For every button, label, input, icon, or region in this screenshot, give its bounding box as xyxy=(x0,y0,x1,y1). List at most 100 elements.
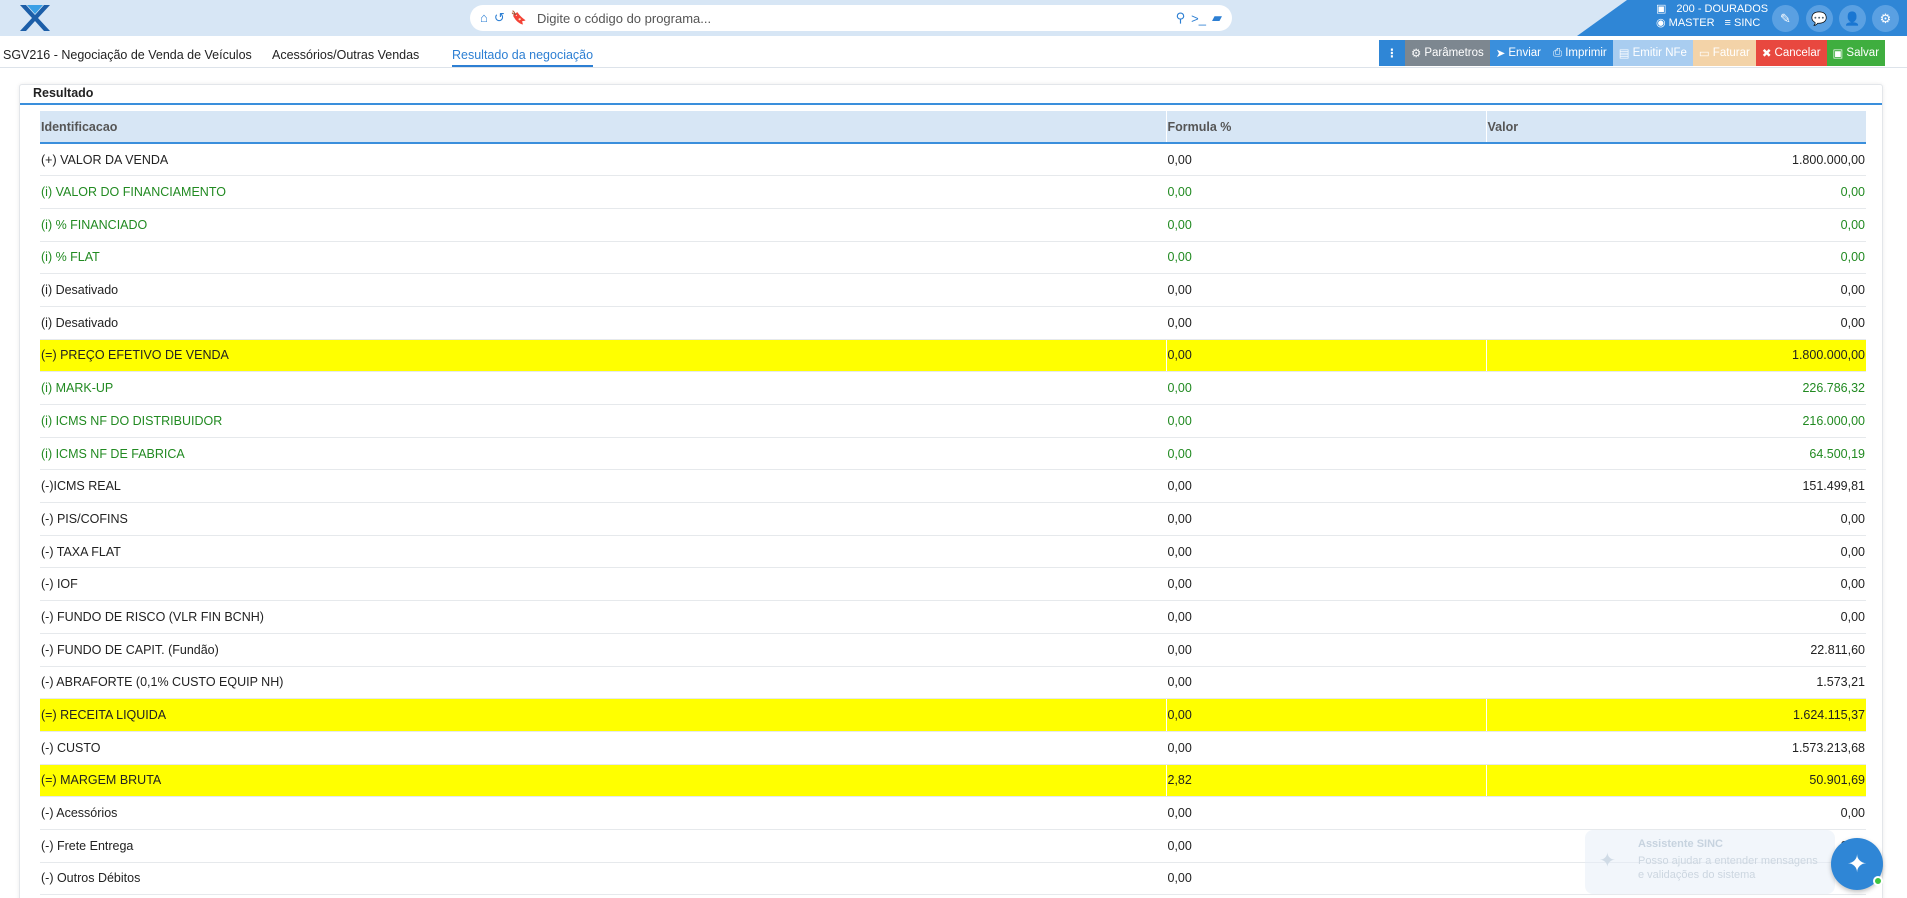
table-row[interactable]: (-) Acessórios 0,00 0,00 xyxy=(40,796,1866,830)
cell-formula: 0,00 xyxy=(1165,731,1486,765)
more-options-button[interactable]: ⋮ xyxy=(1379,40,1405,66)
save-icon: ▣ xyxy=(1832,48,1844,60)
salvar-label: Salvar xyxy=(1846,47,1880,59)
table-row[interactable]: (-) FUNDO DE RISCO (VLR FIN BCNH) 0,00 0,0… xyxy=(40,600,1866,634)
cell-valor: 216.000,00 xyxy=(1485,404,1866,438)
imprimir-label: Imprimir xyxy=(1565,47,1607,59)
cell-formula: 0,00 xyxy=(1165,404,1486,438)
branch-icon: ▣ xyxy=(1656,3,1667,15)
sparkle-icon: ✦ xyxy=(1846,850,1868,878)
bookmark-icon[interactable]: 🔖 xyxy=(511,10,527,26)
tab-resultado[interactable]: Resultado da negociação xyxy=(452,48,594,67)
cancelar-button[interactable]: ✖ Cancelar xyxy=(1755,40,1827,66)
assistant-title: Assistente SINC xyxy=(1638,838,1723,850)
settings-button[interactable]: ⚙ xyxy=(1872,5,1899,32)
imprimir-button[interactable]: ⎙ Imprimir xyxy=(1547,40,1613,66)
app-logo[interactable] xyxy=(18,3,52,33)
table-row[interactable]: (i) ICMS NF DO DISTRIBUIDOR 0,00 216.000,0… xyxy=(40,404,1866,438)
cell-identificacao: (-) FUNDO DE RISCO (VLR FIN BCNH) xyxy=(40,600,1166,634)
more-vertical-icon: ⋮ xyxy=(1386,48,1398,60)
cell-valor: 151.499,81 xyxy=(1485,469,1866,504)
header-identificacao[interactable]: Identificacao xyxy=(40,111,1166,144)
cell-formula: 0,00 xyxy=(1165,339,1486,373)
table-row[interactable]: (-) ABRAFORTE (0,1% CUSTO EQUIP NH) 0,00 1… xyxy=(40,666,1866,700)
book-icon[interactable]: ▰ xyxy=(1212,10,1222,26)
cell-formula: 0,00 xyxy=(1165,208,1486,242)
cell-identificacao: (i) Desativado xyxy=(40,306,1166,340)
cell-valor: 0,00 xyxy=(1485,273,1866,307)
cell-identificacao: (-) FUNDO DE CAPIT. (Fundão) xyxy=(40,633,1166,667)
table-row[interactable]: (+) VALOR DA VENDA 0,00 1.800.000,00 xyxy=(40,143,1866,177)
theme-brush-button[interactable]: ✎ xyxy=(1772,5,1799,32)
cell-identificacao: (=) MARGEM BRUTA xyxy=(40,764,1166,798)
branch-label: 200 - DOURADOS xyxy=(1676,3,1769,15)
cell-identificacao: (+) VALOR DA VENDA xyxy=(40,143,1166,177)
table-header-row: Identificacao Formula % Valor xyxy=(40,111,1866,144)
table-row[interactable]: (i) ICMS NF DE FABRICA 0,00 64.500,19 xyxy=(40,437,1866,471)
cell-valor: 1.800.000,00 xyxy=(1485,339,1866,373)
home-icon[interactable]: ⌂ xyxy=(480,10,488,26)
search-icon[interactable]: ⚲ xyxy=(1176,10,1186,26)
profile-button[interactable]: 👤 xyxy=(1839,5,1866,32)
cell-formula: 0,00 xyxy=(1165,698,1486,732)
cell-formula: 0,00 xyxy=(1165,666,1486,700)
cell-valor: 0,00 xyxy=(1485,567,1866,602)
table-row[interactable]: (i) % FINANCIADO 0,00 0,00 xyxy=(40,208,1866,242)
gear-icon: ⚙ xyxy=(1879,10,1892,26)
close-icon: ✖ xyxy=(1761,48,1772,60)
system-name: SINC xyxy=(1734,17,1761,29)
assistant-panel[interactable]: ✦ Assistente SINC Posso ajudar a entende… xyxy=(1585,830,1835,894)
table-row[interactable]: (-) PIS/COFINS 0,00 0,00 xyxy=(40,502,1866,536)
cell-formula: 0,00 xyxy=(1165,567,1486,602)
cell-formula: 0,00 xyxy=(1165,862,1486,896)
parametros-button[interactable]: ⚙ Parâmetros xyxy=(1405,40,1490,66)
tab-acessorios[interactable]: Acessórios/Outras Vendas xyxy=(272,48,419,62)
table-row[interactable]: (-) CUSTO 0,00 1.573.213,68 xyxy=(40,731,1866,765)
money-icon: ▭ xyxy=(1698,48,1710,60)
table-row[interactable]: (i) % FLAT 0,00 0,00 xyxy=(40,241,1866,275)
cell-valor: 0,00 xyxy=(1485,306,1866,340)
table-row[interactable]: (-) IOF 0,00 0,00 xyxy=(40,567,1866,602)
sparkle-icon: ✦ xyxy=(1599,850,1616,872)
table-row[interactable]: (i) MARK-UP 0,00 226.786,32 xyxy=(40,371,1866,405)
salvar-button[interactable]: ▣ Salvar xyxy=(1826,40,1886,66)
terminal-icon[interactable]: >_ xyxy=(1191,11,1206,26)
enviar-button[interactable]: ➤ Enviar xyxy=(1489,40,1547,66)
resultado-card: Resultado Identificacao Formula % Valor … xyxy=(19,84,1883,898)
table-row[interactable]: (-) FUNDO DE CAPIT. (Fundão) 0,00 22.811,6… xyxy=(40,633,1866,667)
emitir-nfe-label: Emitir NFe xyxy=(1632,47,1687,59)
cell-formula: 0,00 xyxy=(1165,175,1486,209)
table-row[interactable]: (i) Desativado 0,00 0,00 xyxy=(40,273,1866,307)
cell-valor: 0,00 xyxy=(1485,796,1866,830)
database-icon: ≡ xyxy=(1724,17,1731,29)
emitir-nfe-button[interactable]: ▤ Emitir NFe xyxy=(1612,40,1693,66)
program-search-bar: ⌂ ↺ 🔖 ⚲ >_ ▰ xyxy=(470,5,1232,31)
cell-identificacao: (-) Frete Entrega xyxy=(40,829,1166,863)
program-search-input[interactable] xyxy=(536,10,1176,26)
table-row[interactable]: (=) RECEITA LIQUIDA 0,00 1.624.115,37 xyxy=(40,698,1866,732)
cell-identificacao: (-) Outros Débitos xyxy=(40,862,1166,896)
table-row[interactable]: (i) Desativado 0,00 0,00 xyxy=(40,306,1866,340)
cell-identificacao: (-) Acessórios xyxy=(40,796,1166,830)
cell-formula: 0,00 xyxy=(1165,535,1486,569)
table-row[interactable]: (i) VALOR DO FINANCIAMENTO 0,00 0,00 xyxy=(40,175,1866,209)
table-row[interactable]: (-) TAXA FLAT 0,00 0,00 xyxy=(40,535,1866,569)
cell-valor: 1.573,21 xyxy=(1485,666,1866,700)
table-row[interactable]: (=) MARGEM BRUTA 2,82 50.901,69 xyxy=(40,764,1866,798)
send-icon: ➤ xyxy=(1495,48,1506,60)
online-status-dot xyxy=(1873,876,1883,886)
table-row[interactable]: (=) PREÇO EFETIVO DE VENDA 0,00 1.800.000,… xyxy=(40,339,1866,373)
header-formula[interactable]: Formula % xyxy=(1165,111,1486,144)
history-icon[interactable]: ↺ xyxy=(494,10,505,26)
chat-button[interactable]: 💬 xyxy=(1806,5,1833,32)
header-valor[interactable]: Valor xyxy=(1485,111,1866,144)
faturar-button[interactable]: ▭ Faturar xyxy=(1692,40,1756,66)
table-row[interactable]: (-)ICMS REAL 0,00 151.499,81 xyxy=(40,469,1866,504)
cell-valor: 0,00 xyxy=(1485,175,1866,209)
brush-icon: ✎ xyxy=(1780,10,1791,26)
cell-valor: 22.811,60 xyxy=(1485,633,1866,667)
assistant-line-2: e validações do sistema xyxy=(1638,869,1756,881)
cell-valor: 64.500,19 xyxy=(1485,437,1866,471)
tab-negociacao[interactable]: SGV216 - Negociação de Venda de Veículos xyxy=(3,48,252,62)
user-name: MASTER xyxy=(1668,17,1715,29)
